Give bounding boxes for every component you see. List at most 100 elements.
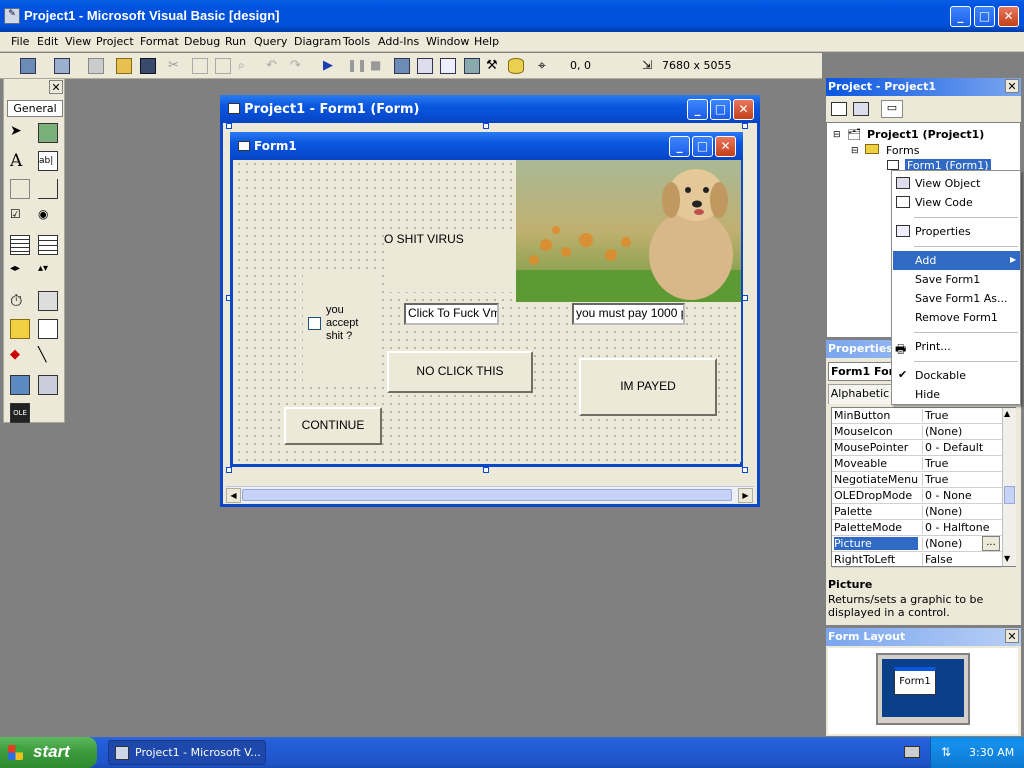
property-grid-scrollbar[interactable]: ▲ ▼ xyxy=(1002,408,1016,566)
data-tool-icon[interactable] xyxy=(38,375,58,395)
toolbox-general-tab[interactable]: General xyxy=(7,100,63,117)
menu-debug[interactable]: Debug xyxy=(184,35,220,48)
vb-app-icon[interactable]: ✎ xyxy=(4,8,20,24)
add-project-icon[interactable] xyxy=(20,58,36,74)
textbox-tool-icon[interactable]: ab| xyxy=(38,151,58,171)
menu-remove-form1[interactable]: Remove Form1 xyxy=(893,308,1020,327)
menu-editor-icon[interactable] xyxy=(88,58,104,74)
timer-tool-icon[interactable]: ⏱ xyxy=(10,291,30,311)
menu-save-form1-as[interactable]: Save Form1 As... xyxy=(893,289,1020,308)
property-value[interactable]: True xyxy=(922,457,1002,470)
tree-project-root[interactable]: Project1 (Project1) xyxy=(867,128,984,141)
menu-query[interactable]: Query xyxy=(254,35,287,48)
menu-add[interactable]: Add xyxy=(893,251,1020,270)
designer-hscrollbar[interactable]: ◀ ▶ xyxy=(226,486,754,503)
property-row[interactable]: MousePointer 0 - Default xyxy=(832,440,1002,456)
toggle-folders-icon[interactable]: ▭ xyxy=(881,100,903,118)
click-textbox[interactable]: Click To Fuck Vm xyxy=(404,303,499,325)
virus-label[interactable]: O SHIT VIRUS xyxy=(384,232,514,292)
toolbox-icon[interactable]: ⚒ xyxy=(486,58,502,74)
designer-maximize-button[interactable]: □ xyxy=(710,99,731,120)
resize-handle[interactable] xyxy=(742,467,748,473)
property-value[interactable]: True xyxy=(922,473,1002,486)
listbox-tool-icon[interactable] xyxy=(38,235,58,255)
menu-properties[interactable]: Properties xyxy=(893,222,1020,241)
dirlistbox-tool-icon[interactable] xyxy=(10,319,30,339)
label-tool-icon[interactable]: A xyxy=(10,151,30,171)
commandbutton-tool-icon[interactable] xyxy=(38,179,58,199)
scroll-thumb[interactable] xyxy=(242,489,732,501)
menu-project[interactable]: Project xyxy=(96,35,134,48)
combobox-tool-icon[interactable] xyxy=(10,235,30,255)
scroll-right-button[interactable]: ▶ xyxy=(738,488,753,503)
menu-diagram[interactable]: Diagram xyxy=(294,35,341,48)
menu-view-object[interactable]: View Object xyxy=(893,174,1020,193)
property-row[interactable]: NegotiateMenus True xyxy=(832,472,1002,488)
filelistbox-tool-icon[interactable] xyxy=(38,319,58,339)
resize-handle[interactable] xyxy=(483,467,489,473)
pointer-tool-icon[interactable]: ➤ xyxy=(10,123,30,143)
image-tool-icon[interactable] xyxy=(10,375,30,395)
picturebox-tool-icon[interactable] xyxy=(38,123,58,143)
properties-window-icon[interactable] xyxy=(417,58,433,74)
ellipsis-button[interactable]: ... xyxy=(982,536,1000,551)
menu-hide[interactable]: Hide xyxy=(893,385,1020,404)
property-row[interactable]: MinButton True xyxy=(832,408,1002,424)
tree-expand-icon[interactable]: ⊟ xyxy=(851,146,859,156)
designer-close-button[interactable]: ✕ xyxy=(733,99,754,120)
menu-run[interactable]: Run xyxy=(225,35,246,48)
checkbox-tool-icon[interactable]: ☑ xyxy=(10,207,30,227)
object-selector[interactable]: Form1 Form xyxy=(828,362,892,381)
layout-form1-preview[interactable]: Form1 xyxy=(894,667,936,695)
form1-window[interactable]: Form1 _ □ ✕ O SHIT VIRUS you accept shit… xyxy=(230,132,743,467)
view-object-icon[interactable] xyxy=(853,102,869,116)
shape-tool-icon[interactable]: ◆ xyxy=(10,347,30,367)
property-value[interactable]: False xyxy=(922,553,1002,566)
taskbar-vb-item[interactable]: Project1 - Microsoft V... xyxy=(108,740,266,765)
menu-tools[interactable]: Tools xyxy=(343,35,370,48)
form1-close-button[interactable]: ✕ xyxy=(715,136,736,157)
toolbox-close-icon[interactable]: ✕ xyxy=(49,80,63,94)
designer-minimize-button[interactable]: _ xyxy=(687,99,708,120)
scroll-down-icon[interactable]: ▼ xyxy=(1004,554,1010,563)
property-value[interactable]: 0 - None xyxy=(922,489,1002,502)
form1-maximize-button[interactable]: □ xyxy=(692,136,713,157)
alphabetic-tab[interactable]: Alphabetic xyxy=(828,384,892,404)
menu-edit[interactable]: Edit xyxy=(37,35,58,48)
accept-checkbox[interactable] xyxy=(308,317,321,330)
menu-format[interactable]: Format xyxy=(140,35,179,48)
start-button[interactable]: start xyxy=(0,737,97,768)
view-code-icon[interactable] xyxy=(831,102,847,116)
open-project-icon[interactable] xyxy=(116,58,132,74)
no-click-button[interactable]: NO CLICK THIS xyxy=(387,351,533,393)
scroll-thumb[interactable] xyxy=(1004,486,1015,504)
project-explorer-close-icon[interactable]: ✕ xyxy=(1005,79,1019,93)
optionbutton-tool-icon[interactable]: ◉ xyxy=(38,207,58,227)
scroll-up-icon[interactable]: ▲ xyxy=(1004,409,1010,418)
resize-handle[interactable] xyxy=(742,123,748,129)
property-row[interactable]: PaletteMode 0 - Halftone xyxy=(832,520,1002,536)
puppy-picture[interactable] xyxy=(516,160,741,302)
ole-tool-icon[interactable]: OLE xyxy=(10,403,30,423)
continue-button[interactable]: CONTINUE xyxy=(284,407,382,445)
menu-view-code[interactable]: View Code xyxy=(893,193,1020,212)
resize-handle[interactable] xyxy=(483,123,489,129)
end-icon[interactable]: ■ xyxy=(370,58,386,74)
menu-save-form1[interactable]: Save Form1 xyxy=(893,270,1020,289)
form-layout-close-icon[interactable]: ✕ xyxy=(1005,629,1019,643)
hscrollbar-tool-icon[interactable]: ◂▸ xyxy=(10,263,30,283)
property-value[interactable]: (None) xyxy=(922,425,1002,438)
property-value[interactable]: True xyxy=(922,409,1002,422)
drivelistbox-tool-icon[interactable] xyxy=(38,291,58,311)
save-project-icon[interactable] xyxy=(140,58,156,74)
property-row[interactable]: RightToLeft False xyxy=(832,552,1002,568)
menu-print[interactable]: Print... xyxy=(893,337,1020,356)
property-value[interactable]: 0 - Halftone xyxy=(922,521,1002,534)
object-browser-icon[interactable] xyxy=(464,58,480,74)
pay-textbox[interactable]: you must pay 1000 pln xyxy=(572,303,685,325)
tree-forms-folder[interactable]: Forms xyxy=(886,144,919,157)
property-row[interactable]: MouseIcon (None) xyxy=(832,424,1002,440)
form1-minimize-button[interactable]: _ xyxy=(669,136,690,157)
menu-dockable[interactable]: Dockable xyxy=(893,366,1020,385)
scroll-left-button[interactable]: ◀ xyxy=(226,488,241,503)
